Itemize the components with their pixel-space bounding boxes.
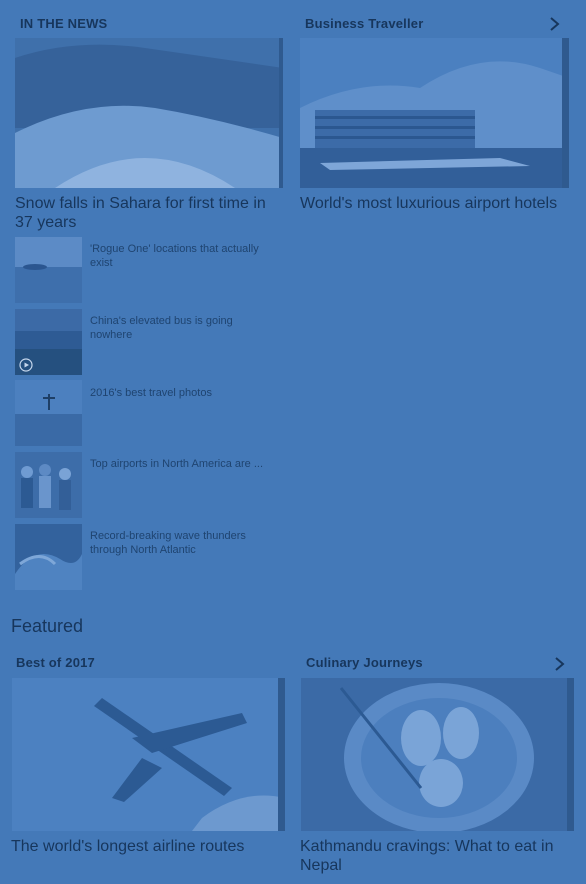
nepal-food-image[interactable] <box>301 678 574 831</box>
list-item-title[interactable]: China's elevated bus is going nowhere <box>90 314 275 342</box>
sahara-snow-image[interactable] <box>15 38 283 188</box>
play-icon[interactable] <box>19 358 33 372</box>
list-item-thumbnail[interactable] <box>15 524 82 590</box>
longest-routes-headline[interactable]: The world's longest airline routes <box>11 837 286 856</box>
business-traveller-label[interactable]: Business Traveller <box>305 16 424 31</box>
culinary-journeys-label[interactable]: Culinary Journeys <box>306 655 423 670</box>
airplane-image[interactable] <box>12 678 285 831</box>
list-item-title[interactable]: 'Rogue One' locations that actually exis… <box>90 242 275 270</box>
list-item-thumbnail[interactable] <box>15 452 82 518</box>
chevron-right-icon[interactable] <box>548 16 562 32</box>
airport-hotels-headline[interactable]: World's most luxurious airport hotels <box>300 194 570 213</box>
list-item-thumbnail[interactable] <box>15 237 82 303</box>
list-item-title[interactable]: 2016's best travel photos <box>90 386 275 400</box>
list-item-title[interactable]: Top airports in North America are ... <box>90 457 280 471</box>
list-item-thumbnail[interactable] <box>15 380 82 446</box>
sahara-headline[interactable]: Snow falls in Sahara for first time in 3… <box>15 194 285 232</box>
airport-hotel-image[interactable] <box>300 38 569 188</box>
list-item-title[interactable]: Record-breaking wave thunders through No… <box>90 529 275 557</box>
kathmandu-headline[interactable]: Kathmandu cravings: What to eat in Nepal <box>300 837 575 875</box>
chevron-right-icon[interactable] <box>553 656 567 672</box>
featured-title: Featured <box>11 616 84 636</box>
best-of-2017-label[interactable]: Best of 2017 <box>16 655 95 670</box>
in-the-news-label: IN THE NEWS <box>20 16 108 31</box>
